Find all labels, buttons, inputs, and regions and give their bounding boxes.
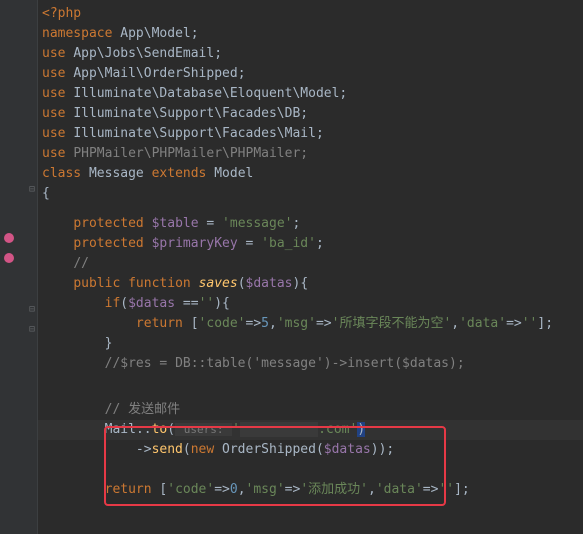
code-line: use App\Jobs\SendEmail;	[38, 44, 583, 64]
code-line	[38, 460, 583, 480]
code-line: public function saves($datas){	[38, 274, 583, 294]
code-line: <?php	[38, 4, 583, 24]
code-line: ->send(new OrderShipped($datas));	[38, 440, 583, 460]
code-editor[interactable]: <?php namespace App\Model; use App\Jobs\…	[38, 0, 583, 534]
code-line: protected $table = 'message';	[38, 214, 583, 234]
code-line: {	[38, 184, 583, 204]
code-line: class Message extends Model	[38, 164, 583, 184]
code-line-current: Mail::to( users: ' .com')	[38, 420, 583, 440]
code-line: use Illuminate\Database\Eloquent\Model;	[38, 84, 583, 104]
code-line: use PHPMailer\PHPMailer\PHPMailer;	[38, 144, 583, 164]
code-line: return ['code'=>5,'msg'=>'所填字段不能为空','dat…	[38, 314, 583, 334]
code-line: use Illuminate\Support\Facades\DB;	[38, 104, 583, 124]
fold-icon[interactable]: ⊟	[29, 324, 35, 335]
code-line: use Illuminate\Support\Facades\Mail;	[38, 124, 583, 144]
code-line	[38, 204, 583, 214]
fold-icon[interactable]: ⊟	[29, 184, 35, 195]
code-line	[38, 374, 583, 400]
code-line: if($datas ==''){	[38, 294, 583, 314]
fold-icon[interactable]: ⊟	[29, 304, 35, 315]
code-line: use App\Mail\OrderShipped;	[38, 64, 583, 84]
editor-gutter: ⊟ ⊟ ⊟	[0, 0, 38, 534]
code-line: }	[38, 334, 583, 354]
code-line: return ['code'=>0,'msg'=>'添加成功','data'=>…	[38, 480, 583, 500]
code-line: protected $primaryKey = 'ba_id';	[38, 234, 583, 254]
code-line: //	[38, 254, 583, 274]
breakpoint-icon[interactable]	[4, 253, 14, 263]
code-line: //$res = DB::table('message')->insert($d…	[38, 354, 583, 374]
code-line: // 发送邮件	[38, 400, 583, 420]
parameter-hint: users:	[175, 423, 232, 436]
code-line: namespace App\Model;	[38, 24, 583, 44]
breakpoint-icon[interactable]	[4, 233, 14, 243]
